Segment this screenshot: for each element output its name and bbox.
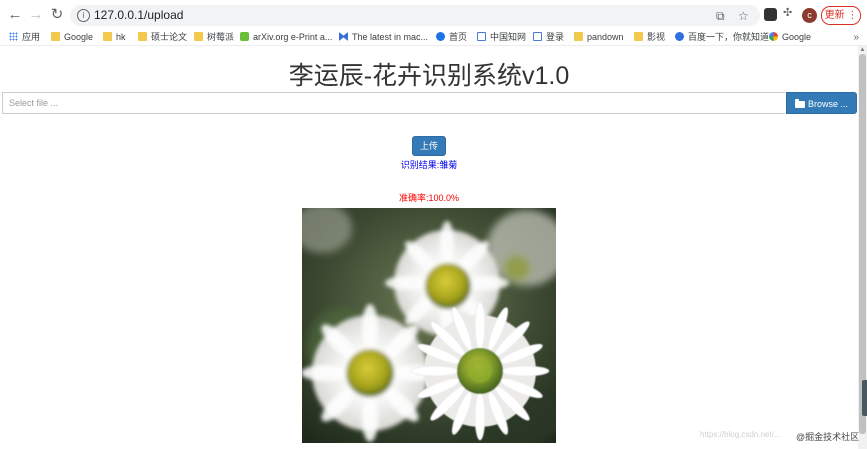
upload-button[interactable]: 上传 (412, 136, 446, 156)
page-title: 李运辰-花卉识别系统v1.0 (288, 62, 570, 90)
bookmark-google[interactable]: Google (769, 31, 811, 44)
bookmark-label: 登录 (546, 32, 565, 42)
forward-arrow-icon[interactable]: → (27, 6, 45, 24)
bookmark-home[interactable]: 首页 (436, 31, 467, 44)
folder-open-icon (794, 99, 805, 108)
translate-icon[interactable]: ⧉ (716, 9, 725, 23)
folder-icon (138, 32, 147, 41)
browser-toolbar: ← → ↻ i 127.0.0.1/upload ⧉ ☆ ✣ c 更新 ⋮ (0, 0, 867, 31)
bookmark-latest-in-mac[interactable]: The latest in mac... (339, 31, 428, 44)
watermark-url: https://blog.csdn.net/... (700, 430, 781, 439)
bookmark-label: 百度一下，你就知道 (688, 32, 770, 42)
butterfly-icon (339, 32, 348, 41)
scroll-thumb[interactable] (859, 54, 866, 434)
site-info-icon[interactable]: i (77, 9, 90, 22)
uploaded-flower-image (302, 208, 556, 443)
google-icon (769, 32, 778, 41)
bookmarks-overflow-chevron-icon[interactable]: » (853, 31, 859, 44)
globe-icon (436, 32, 445, 41)
accuracy-result: 准确率:100.0% (398, 193, 460, 203)
update-button[interactable]: 更新 ⋮ (821, 6, 861, 25)
bookmark-google-folder[interactable]: Google (51, 31, 93, 44)
cnki-icon (533, 32, 542, 41)
folder-icon (51, 32, 60, 41)
bookmark-label: arXiv.org e-Print a... (253, 32, 333, 42)
folder-icon (574, 32, 583, 41)
folder-icon (194, 32, 203, 41)
bookmark-label: 应用 (22, 32, 41, 42)
reload-icon[interactable]: ↻ (48, 6, 66, 24)
apps-grid-icon (9, 32, 18, 41)
scroll-up-arrow-icon[interactable]: ▲ (859, 47, 866, 53)
bookmark-arxiv[interactable]: arXiv.org e-Print a... (240, 31, 332, 44)
bookmarks-bar: 应用 Google hk 硕士论文 树莓派 arXiv.org e-Print … (0, 30, 867, 46)
puzzle-extensions-icon[interactable]: ✣ (783, 7, 796, 20)
bookmark-star-icon[interactable]: ☆ (738, 9, 749, 23)
back-arrow-icon[interactable]: ← (6, 6, 24, 24)
browse-button[interactable]: Browse ... (786, 92, 857, 114)
bookmark-login[interactable]: 登录 (533, 31, 564, 44)
recognition-result: 识别结果:雏菊 (400, 160, 458, 170)
browse-label: Browse ... (807, 99, 848, 109)
file-path-input[interactable] (3, 93, 785, 113)
bookmark-cnki[interactable]: 中国知网 (477, 31, 526, 44)
extension-icon[interactable] (764, 8, 777, 21)
bookmark-label: 树莓派 (207, 32, 235, 42)
bookmark-thesis[interactable]: 硕士论文 (138, 31, 187, 44)
arxiv-icon (240, 32, 249, 41)
bookmark-pandown[interactable]: pandown (574, 31, 624, 44)
profile-avatar[interactable]: c (802, 8, 817, 23)
bookmark-label: The latest in mac... (352, 32, 429, 42)
bookmark-baidu[interactable]: 百度一下，你就知道 (675, 31, 769, 44)
baidu-paw-icon (675, 32, 684, 41)
bookmark-movies[interactable]: 影视 (634, 31, 665, 44)
bookmark-label: 首页 (449, 32, 468, 42)
bookmark-label: pandown (587, 32, 624, 42)
bookmark-label: 中国知网 (490, 32, 527, 42)
update-label: 更新 (824, 10, 845, 21)
bookmark-label: hk (116, 32, 126, 42)
bookmark-apps[interactable]: 应用 (9, 31, 40, 44)
bookmark-label: 影视 (647, 32, 666, 42)
bookmark-label: Google (782, 32, 812, 42)
bookmark-hk[interactable]: hk (103, 31, 126, 44)
file-input-wrapper (2, 92, 785, 114)
watermark-label: @掘金技术社区 (796, 430, 860, 443)
bookmark-label: 硕士论文 (151, 32, 188, 42)
side-floating-widget[interactable] (862, 380, 867, 416)
folder-icon (634, 32, 643, 41)
folder-icon (103, 32, 112, 41)
cnki-icon (477, 32, 486, 41)
bookmark-label: Google (64, 32, 94, 42)
address-bar[interactable]: i 127.0.0.1/upload ⧉ ☆ (70, 5, 760, 26)
bookmark-raspberry-pi[interactable]: 树莓派 (194, 31, 234, 44)
url-text: 127.0.0.1/upload (94, 8, 184, 22)
daisy-photo-illustration (302, 208, 556, 443)
